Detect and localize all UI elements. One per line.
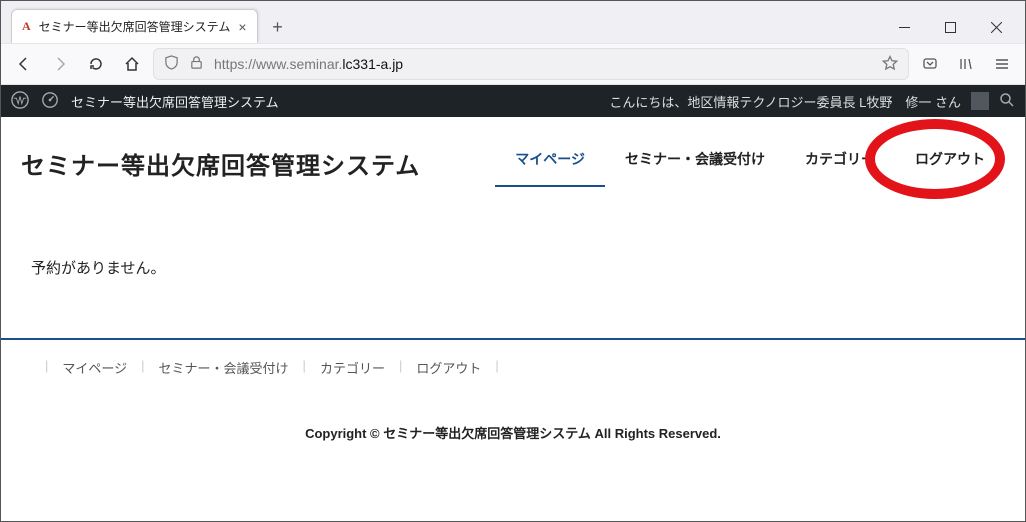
url-text: https://www.seminar.lc331-a.jp bbox=[214, 56, 872, 72]
close-tab-icon[interactable]: × bbox=[238, 19, 246, 35]
nav-mypage[interactable]: マイページ bbox=[495, 139, 605, 187]
favicon: A bbox=[22, 19, 31, 34]
footer-sep: | bbox=[481, 358, 512, 377]
site-header: セミナー等出欠席回答管理システム マイページ セミナー・会議受付け カテゴリー … bbox=[1, 117, 1025, 187]
close-window-button[interactable] bbox=[973, 11, 1019, 43]
shield-icon bbox=[164, 55, 179, 73]
nav-logout[interactable]: ログアウト bbox=[895, 139, 1005, 185]
tab-title: セミナー等出欠席回答管理システム bbox=[39, 18, 231, 35]
minimize-button[interactable] bbox=[881, 11, 927, 43]
pocket-button[interactable] bbox=[915, 49, 945, 79]
new-tab-button[interactable]: + bbox=[264, 13, 292, 41]
nav-category[interactable]: カテゴリー bbox=[785, 139, 895, 187]
back-button[interactable] bbox=[9, 49, 39, 79]
forward-button[interactable] bbox=[45, 49, 75, 79]
page-title: セミナー等出欠席回答管理システム bbox=[21, 146, 420, 181]
main-content: 予約がありません。 bbox=[1, 187, 1025, 338]
nav-logout-wrap: ログアウト bbox=[895, 139, 1005, 187]
url-toolbar: https://www.seminar.lc331-a.jp bbox=[1, 43, 1025, 85]
footer-sep: | bbox=[385, 358, 416, 377]
footer-logout[interactable]: ログアウト bbox=[416, 358, 481, 377]
home-button[interactable] bbox=[117, 49, 147, 79]
wordpress-icon[interactable] bbox=[11, 91, 29, 112]
footer-category[interactable]: カテゴリー bbox=[320, 358, 385, 377]
primary-nav: マイページ セミナー・会議受付け カテゴリー ログアウト bbox=[495, 139, 1005, 187]
library-button[interactable] bbox=[951, 49, 981, 79]
app-menu-button[interactable] bbox=[987, 49, 1017, 79]
lock-icon bbox=[189, 55, 204, 73]
footer-sep: | bbox=[289, 358, 320, 377]
wp-admin-bar: セミナー等出欠席回答管理システム こんにちは、地区情報テクノロジー委員長 L牧野… bbox=[1, 85, 1025, 117]
footer-mypage[interactable]: マイページ bbox=[62, 358, 127, 377]
browser-window: A セミナー等出欠席回答管理システム × + bbox=[0, 0, 1026, 522]
url-host: lc331-a.jp bbox=[342, 56, 403, 72]
footer-seminar[interactable]: セミナー・会議受付け bbox=[159, 358, 289, 377]
footer-sep: | bbox=[127, 358, 158, 377]
copyright-site: セミナー等出欠席回答管理システム bbox=[383, 426, 591, 441]
url-prefix: https://www.seminar. bbox=[214, 56, 342, 72]
dashboard-icon[interactable] bbox=[41, 91, 59, 112]
reload-button[interactable] bbox=[81, 49, 111, 79]
browser-tab[interactable]: A セミナー等出欠席回答管理システム × bbox=[11, 9, 258, 43]
nav-seminar[interactable]: セミナー・会議受付け bbox=[605, 139, 785, 187]
wp-search-icon[interactable] bbox=[999, 92, 1015, 111]
maximize-button[interactable] bbox=[927, 11, 973, 43]
copyright: Copyright © セミナー等出欠席回答管理システム All Rights … bbox=[1, 395, 1025, 482]
page-content: セミナー等出欠席回答管理システム マイページ セミナー・会議受付け カテゴリー … bbox=[1, 117, 1025, 521]
wp-greeting[interactable]: こんにちは、地区情報テクノロジー委員長 L牧野 修一 さん bbox=[609, 92, 961, 111]
footer-nav: | マイページ | セミナー・会議受付け | カテゴリー | ログアウト | bbox=[1, 340, 1025, 395]
copyright-prefix: Copyright © bbox=[305, 426, 383, 441]
avatar[interactable] bbox=[971, 92, 989, 110]
bookmark-star-icon[interactable] bbox=[882, 55, 898, 74]
wp-site-name[interactable]: セミナー等出欠席回答管理システム bbox=[71, 92, 279, 111]
footer-sep: | bbox=[31, 358, 62, 377]
copyright-suffix: All Rights Reserved. bbox=[591, 426, 721, 441]
titlebar: A セミナー等出欠席回答管理システム × + bbox=[1, 1, 1025, 43]
no-reservation-text: 予約がありません。 bbox=[31, 257, 995, 278]
address-bar[interactable]: https://www.seminar.lc331-a.jp bbox=[153, 48, 909, 80]
